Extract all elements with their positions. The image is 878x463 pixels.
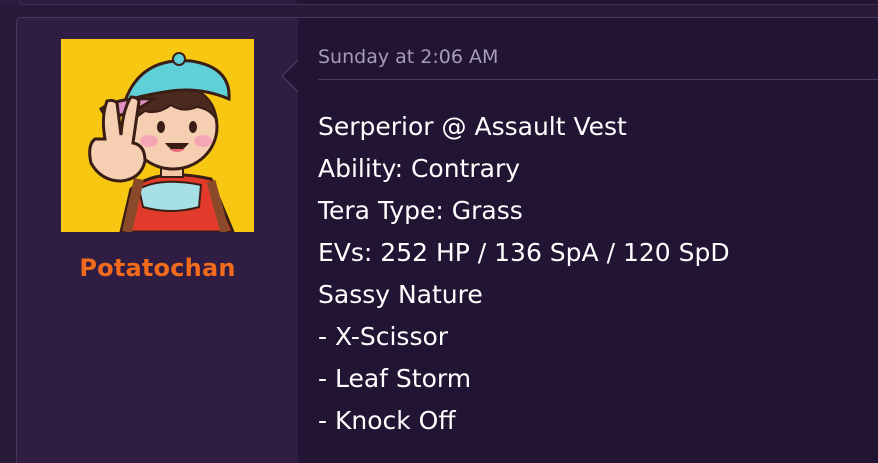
message-content-cell: Sunday at 2:06 AM Serperior @ Assault Ve…	[298, 18, 878, 463]
message-line: - Leaf Storm	[318, 364, 472, 393]
avatar-image	[61, 39, 254, 232]
message-user-cell: Potatochan	[17, 18, 298, 463]
header-divider	[318, 79, 878, 80]
message-line: Sassy Nature	[318, 280, 483, 309]
forum-page: Potatochan Sunday at 2:06 AM Serperior @…	[0, 0, 878, 463]
username[interactable]: Potatochan	[17, 254, 298, 282]
message-body: Serperior @ Assault Vest Ability: Contra…	[318, 106, 730, 442]
message-line: EVs: 252 HP / 136 SpA / 120 SpD	[318, 238, 730, 267]
message-line: - X-Scissor	[318, 322, 449, 351]
avatar[interactable]	[61, 39, 254, 232]
message-line: Serperior @ Assault Vest	[318, 112, 627, 141]
previous-post-content-edge	[297, 0, 878, 5]
message-line: Ability: Contrary	[318, 154, 521, 183]
post-timestamp[interactable]: Sunday at 2:06 AM	[318, 46, 498, 68]
previous-post-edge	[0, 0, 878, 6]
message-post: Potatochan Sunday at 2:06 AM Serperior @…	[16, 17, 878, 463]
message-line: - Knock Off	[318, 406, 456, 435]
message-line: Tera Type: Grass	[318, 196, 523, 225]
previous-post-user-cell-edge	[20, 0, 297, 5]
